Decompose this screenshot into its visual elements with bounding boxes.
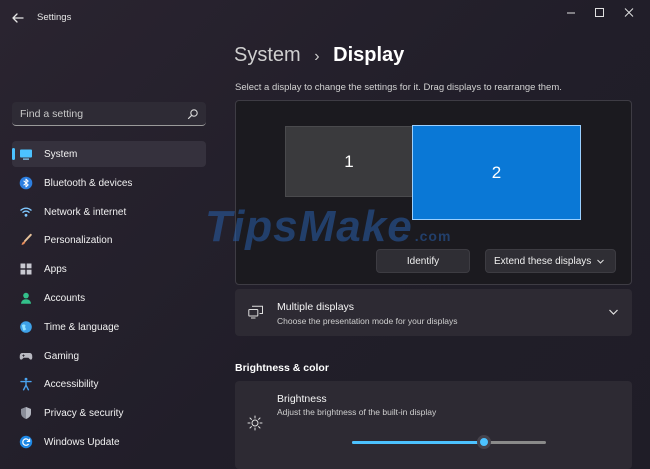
- search-placeholder: Find a setting: [20, 108, 84, 120]
- sidebar-item-network[interactable]: Network & internet: [12, 199, 206, 225]
- close-icon[interactable]: [616, 5, 642, 21]
- monitor-label: 2: [491, 162, 502, 182]
- chevron-down-icon[interactable]: [608, 308, 619, 316]
- gamepad-icon: [19, 352, 33, 360]
- maximize-icon[interactable]: [586, 5, 612, 21]
- globe-icon: [20, 320, 32, 333]
- sidebar-item-accounts[interactable]: Accounts: [12, 285, 206, 311]
- chevron-down-icon: [597, 259, 604, 264]
- breadcrumb-separator: ›: [314, 48, 320, 65]
- multiple-displays-title: Multiple displays: [277, 301, 355, 313]
- update-icon: [19, 435, 33, 449]
- multiple-displays-card[interactable]: Multiple displays Choose the presentatio…: [235, 289, 632, 336]
- sidebar-item-label: Personalization: [44, 235, 113, 247]
- sun-icon: [247, 415, 263, 431]
- system-icon: [20, 149, 32, 160]
- sidebar-item-label: Network & internet: [44, 206, 127, 218]
- brightness-card: Brightness Adjust the brightness of the …: [235, 381, 632, 469]
- sidebar-item-personalization[interactable]: Personalization: [12, 227, 206, 253]
- monitor-label: 1: [344, 151, 354, 171]
- brightness-title: Brightness: [277, 393, 327, 405]
- search-input[interactable]: Find a setting: [12, 102, 206, 126]
- shield-icon: [21, 407, 31, 420]
- sidebar-item-gaming[interactable]: Gaming: [12, 343, 206, 369]
- title-bar: Settings: [0, 0, 650, 36]
- display-arrangement-panel: 1 2 Identify Extend these displays: [235, 100, 632, 285]
- wifi-icon: [20, 207, 32, 217]
- search-icon[interactable]: [187, 108, 199, 120]
- accessibility-icon: [20, 378, 32, 391]
- bluetooth-icon: [19, 176, 33, 190]
- settings-window: Settings Find a setting System Bluetooth…: [0, 0, 650, 469]
- sidebar-item-bluetooth[interactable]: Bluetooth & devices: [12, 170, 206, 196]
- sidebar-item-label: Accessibility: [44, 379, 99, 391]
- sidebar-item-label: Gaming: [44, 350, 80, 362]
- breadcrumb-parent[interactable]: System: [234, 44, 301, 66]
- sidebar-item-label: Apps: [44, 264, 67, 276]
- brightness-subtitle: Adjust the brightness of the built-in di…: [277, 407, 437, 417]
- slider-thumb[interactable]: [476, 435, 491, 449]
- brightness-slider[interactable]: [352, 435, 546, 449]
- brush-icon: [21, 234, 32, 246]
- sidebar-nav: System Bluetooth & devices Network & int…: [12, 141, 206, 458]
- sidebar-item-label: System: [44, 149, 78, 160]
- display-mode-dropdown[interactable]: Extend these displays: [485, 249, 616, 273]
- sidebar-item-time-language[interactable]: Time & language: [12, 314, 206, 340]
- app-title: Settings: [37, 12, 72, 23]
- identify-button[interactable]: Identify: [376, 249, 470, 273]
- monitor-1[interactable]: 1: [285, 126, 413, 197]
- sidebar-item-windows-update[interactable]: Windows Update: [12, 429, 206, 455]
- sidebar-item-label: Accounts: [44, 292, 86, 304]
- page-title: Display: [333, 44, 405, 66]
- sidebar-item-accessibility[interactable]: Accessibility: [12, 371, 206, 397]
- sidebar-item-label: Time & language: [44, 321, 120, 333]
- sidebar-item-label: Windows Update: [44, 436, 120, 448]
- active-indicator: [12, 148, 15, 160]
- multiple-displays-icon: [248, 305, 263, 319]
- multiple-displays-subtitle: Choose the presentation mode for your di…: [277, 316, 458, 326]
- brightness-color-heading: Brightness & color: [235, 362, 329, 374]
- sidebar-item-privacy-security[interactable]: Privacy & security: [12, 400, 206, 426]
- sidebar-item-system[interactable]: System: [12, 141, 206, 167]
- sidebar-item-apps[interactable]: Apps: [12, 256, 206, 282]
- back-arrow-icon[interactable]: [9, 9, 27, 27]
- accounts-icon: [21, 292, 31, 304]
- display-mode-value: Extend these displays: [494, 255, 592, 267]
- sidebar-item-label: Privacy & security: [44, 408, 124, 420]
- minimize-icon[interactable]: [558, 5, 584, 21]
- sidebar-item-label: Bluetooth & devices: [44, 177, 133, 189]
- apps-icon: [20, 263, 32, 275]
- slider-fill: [352, 441, 484, 444]
- monitor-2[interactable]: 2: [412, 125, 581, 220]
- identify-label: Identify: [406, 255, 440, 267]
- display-arrangement-hint: Select a display to change the settings …: [235, 82, 562, 93]
- breadcrumb: System › Display: [234, 44, 404, 67]
